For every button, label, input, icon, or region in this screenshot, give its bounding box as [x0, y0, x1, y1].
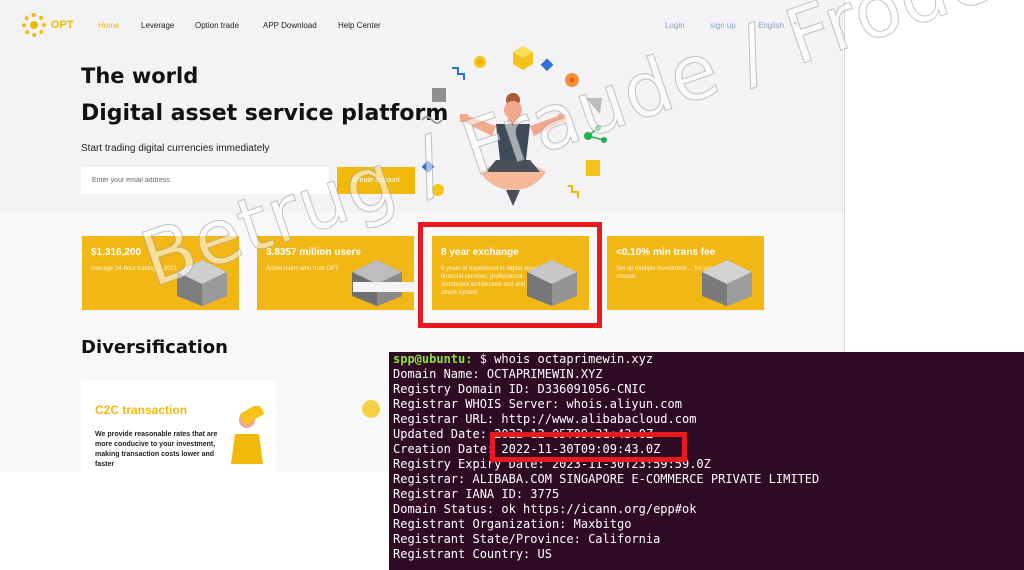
terminal-line: Domain Name: OCTAPRIMEWIN.XYZ	[393, 367, 603, 381]
person-figure	[460, 93, 566, 206]
c2c-card[interactable]: C2C transaction We provide reasonable ra…	[81, 380, 276, 472]
terminal-prompt: spp@ubuntu: $ whois octaprimewin.xyz	[393, 352, 653, 366]
nav-home[interactable]: Home	[98, 21, 119, 30]
nav-app-download[interactable]: APP Download	[263, 21, 317, 30]
redaction-bar	[353, 282, 414, 292]
stat-card-volume[interactable]: $1,316,200 Average 24-hour trading ... 2…	[82, 236, 239, 310]
language-select[interactable]: English	[758, 21, 784, 30]
signup-link[interactable]: sign up	[710, 21, 736, 30]
diversification-title: Diversification	[81, 337, 228, 358]
nav-leverage[interactable]: Leverage	[141, 21, 174, 30]
c2c-title: C2C transaction	[95, 403, 188, 417]
logo[interactable]: OPT	[22, 13, 74, 37]
stat-card-users[interactable]: 3.8357 million users Active users who tr…	[257, 236, 414, 310]
screenshot-composite: OPT Home Leverage Option trade APP Downl…	[0, 0, 1024, 570]
hero-subtitle: Start trading digital currencies immedia…	[81, 143, 270, 154]
coin-icon	[362, 400, 380, 418]
prompt-command: $ whois octaprimewin.xyz	[472, 352, 654, 366]
hero-title-line2: Digital asset service platform	[81, 101, 449, 126]
terminal-line: Registrant Country: US	[393, 547, 552, 561]
login-link[interactable]: Login	[665, 21, 685, 30]
terminal-line: Domain Status: ok https://icann.org/epp#…	[393, 502, 697, 516]
email-input[interactable]	[81, 167, 329, 194]
nav-option-trade[interactable]: Option trade	[195, 21, 239, 30]
stat-card-fee[interactable]: <0.10% min trans fee Set up multiple inv…	[607, 236, 764, 310]
terminal-line: Registrar IANA ID: 3775	[393, 487, 560, 501]
highlight-box-exchange-age	[418, 222, 602, 328]
trader-illustration	[231, 406, 265, 464]
card-title: $1,316,200	[91, 247, 142, 258]
prompt-user: spp@ubuntu:	[393, 352, 473, 366]
terminal-line: Registrant Organization: Maxbitgo	[393, 517, 632, 531]
whois-terminal: spp@ubuntu: $ whois octaprimewin.xyz Dom…	[389, 352, 1024, 570]
meditating-person-illustration	[421, 46, 607, 206]
terminal-line: Registrar: ALIBABA.COM SINGAPORE E-COMME…	[393, 472, 820, 486]
create-account-button[interactable]: Create account	[337, 167, 415, 194]
terminal-line: Registrar URL: http://www.alibabacloud.c…	[393, 412, 697, 426]
chevron-down-icon: ▼	[792, 21, 799, 28]
logo-icon	[22, 13, 46, 37]
crypto-cube-icon	[702, 260, 752, 306]
c2c-desc: We provide reasonable rates that are mor…	[95, 431, 218, 468]
crypto-cube-icon	[177, 260, 227, 306]
highlight-box-creation-date	[490, 432, 687, 462]
terminal-line: Registrant State/Province: California	[393, 532, 661, 546]
nav-help-center[interactable]: Help Center	[338, 21, 381, 30]
terminal-line: Registrar WHOIS Server: whois.aliyun.com	[393, 397, 682, 411]
terminal-line: Registry Domain ID: D336091056-CNIC	[393, 382, 646, 396]
logo-text: OPT	[51, 19, 74, 31]
hero-title-line1: The world	[81, 64, 199, 88]
